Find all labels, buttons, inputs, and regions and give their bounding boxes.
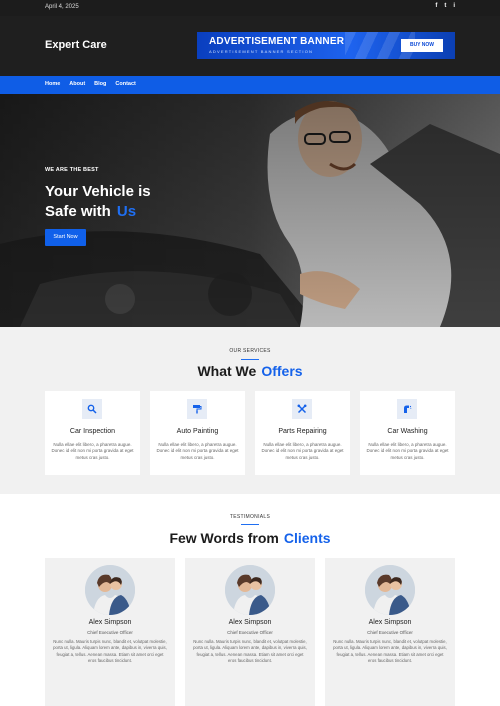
testimonials-kicker: TESTIMONIALS bbox=[229, 514, 271, 520]
hero-title: Your Vehicle is Safe with Us bbox=[45, 182, 151, 222]
service-description: Nulla ellae elit libero, a pharetra augu… bbox=[366, 442, 449, 460]
client-name: Alex Simpson bbox=[368, 619, 412, 626]
start-now-button[interactable]: Start Now bbox=[45, 229, 86, 246]
site-header: Expert Care ADVERTISEMENT BANNER ADVERTI… bbox=[0, 16, 500, 76]
current-date: April 4, 2025 bbox=[45, 4, 79, 10]
service-card-car-washing[interactable]: Car Washing Nulla ellae elit libero, a p… bbox=[360, 391, 455, 475]
client-quote: Nunc nulla. Mauris turpis nunc, blandit … bbox=[333, 639, 447, 663]
service-description: Nulla ellae elit libero, a pharetra augu… bbox=[261, 442, 344, 460]
avatar bbox=[365, 565, 415, 615]
hero-title-line2: Safe with bbox=[45, 203, 111, 220]
top-bar: April 4, 2025 f t i bbox=[0, 0, 500, 16]
services-title-accent: Offers bbox=[261, 363, 303, 379]
testimonials-title-main: Few Words from bbox=[169, 530, 279, 546]
client-quote: Nunc nulla. Mauris turpis nunc, blandit … bbox=[53, 639, 167, 663]
services-kicker: OUR SERVICES bbox=[229, 348, 271, 354]
client-role: Chief Executive Officer bbox=[227, 630, 273, 635]
services-divider bbox=[241, 359, 259, 360]
facebook-icon[interactable]: f bbox=[435, 3, 437, 9]
instagram-icon[interactable]: i bbox=[453, 3, 455, 9]
avatar bbox=[85, 565, 135, 615]
paint-roller-icon bbox=[187, 399, 207, 419]
service-name: Parts Repairing bbox=[278, 428, 327, 435]
service-description: Nulla ellae elit libero, a pharetra augu… bbox=[156, 442, 239, 460]
nav-item-home[interactable]: Home bbox=[45, 81, 60, 87]
service-name: Car Inspection bbox=[69, 428, 116, 435]
hero-section: WE ARE THE BEST Your Vehicle is Safe wit… bbox=[0, 94, 500, 327]
service-card-parts-repairing[interactable]: Parts Repairing Nulla ellae elit libero,… bbox=[255, 391, 350, 475]
service-card-auto-painting[interactable]: Auto Painting Nulla ellae elit libero, a… bbox=[150, 391, 245, 475]
hero-kicker: WE ARE THE BEST bbox=[45, 167, 99, 173]
hero-title-accent: Us bbox=[116, 203, 137, 220]
testimonial-card: Alex Simpson Chief Executive Officer Nun… bbox=[185, 558, 315, 706]
client-role: Chief Executive Officer bbox=[367, 630, 413, 635]
testimonials-section: TESTIMONIALS Few Words from Clients Alex … bbox=[0, 494, 500, 706]
services-section: OUR SERVICES What We Offers Car Inspectio… bbox=[0, 327, 500, 494]
client-name: Alex Simpson bbox=[228, 619, 272, 626]
spray-icon bbox=[397, 399, 417, 419]
service-name: Car Washing bbox=[387, 428, 428, 435]
banner-title: ADVERTISEMENT BANNER bbox=[209, 36, 345, 47]
nav-item-contact[interactable]: Contact bbox=[115, 81, 135, 87]
service-card-car-inspection[interactable]: Car Inspection Nulla ellae elit libero, … bbox=[45, 391, 140, 475]
client-role: Chief Executive Officer bbox=[87, 630, 133, 635]
nav-item-about[interactable]: About bbox=[69, 81, 85, 87]
testimonial-card: Alex Simpson Chief Executive Officer Nun… bbox=[45, 558, 175, 706]
site-logo[interactable]: Expert Care bbox=[45, 39, 107, 51]
client-quote: Nunc nulla. Mauris turpis nunc, blandit … bbox=[193, 639, 307, 663]
services-title-main: What We bbox=[197, 363, 257, 379]
avatar bbox=[225, 565, 275, 615]
hero-title-line1: Your Vehicle is bbox=[45, 183, 151, 200]
testimonial-card: Alex Simpson Chief Executive Officer Nun… bbox=[325, 558, 455, 706]
buy-now-button[interactable]: BUY NOW bbox=[401, 39, 443, 52]
tools-icon bbox=[292, 399, 312, 419]
nav-item-blog[interactable]: Blog bbox=[94, 81, 106, 87]
client-name: Alex Simpson bbox=[88, 619, 132, 626]
advertisement-banner[interactable]: ADVERTISEMENT BANNER ADVERTISEMENT BANNE… bbox=[197, 32, 455, 59]
twitter-icon[interactable]: t bbox=[444, 3, 446, 9]
banner-subtitle: ADVERTISEMENT BANNER SECTION bbox=[209, 49, 314, 54]
service-description: Nulla ellae elit libero, a pharetra augu… bbox=[51, 442, 134, 460]
services-title: What We Offers bbox=[0, 363, 500, 379]
testimonials-title-accent: Clients bbox=[283, 530, 331, 546]
service-name: Auto Painting bbox=[176, 428, 219, 435]
testimonials-divider bbox=[241, 524, 259, 525]
main-nav: Home About Blog Contact bbox=[0, 76, 500, 94]
testimonials-title: Few Words from Clients bbox=[0, 530, 500, 546]
search-icon bbox=[82, 399, 102, 419]
social-links: f t i bbox=[435, 3, 455, 9]
